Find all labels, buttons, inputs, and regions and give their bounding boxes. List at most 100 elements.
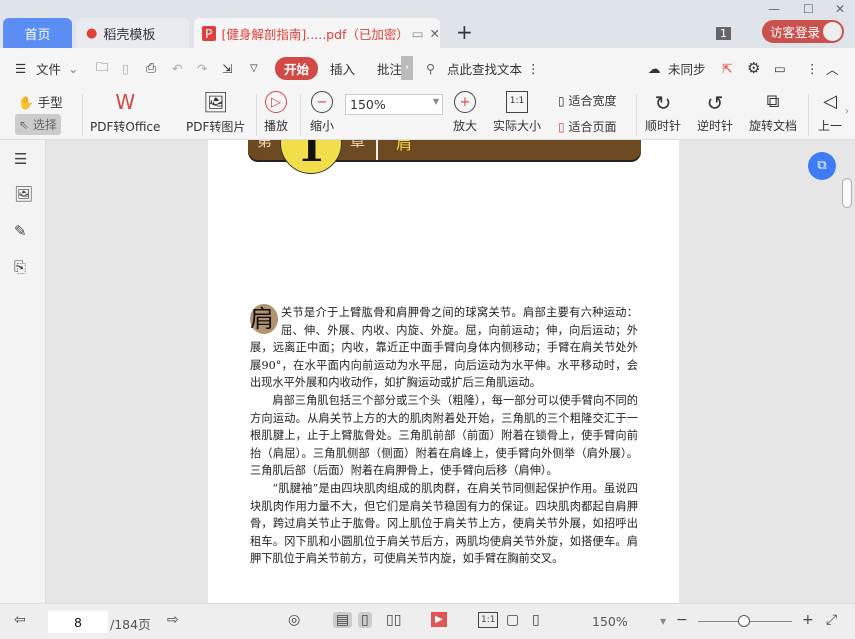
docer-icon: ● [86, 25, 98, 41]
pin-icon[interactable]: ▭ [412, 26, 424, 41]
zoom-in-icon[interactable]: + [802, 612, 814, 628]
eye-protection-icon[interactable]: ◎ [288, 612, 300, 628]
rotate-ccw-icon: ↺ [706, 91, 724, 115]
two-page-icon[interactable]: ▯▯ [386, 612, 401, 628]
label: 旋转文档 [749, 119, 798, 133]
next-page-icon[interactable]: ⇨ [167, 612, 179, 628]
pdf-icon: P [202, 25, 216, 41]
paragraph: “肌腱袖”是由四块肌肉组成的肌肉群，在肩关节同侧起保护作用。虽说四块肌肉作用力量… [250, 481, 638, 566]
select-tool[interactable]: ⇖ 选择 [15, 114, 61, 135]
fit-width-icon[interactable]: ▯ [532, 612, 540, 628]
chevron-down-icon: ▼ [432, 97, 439, 106]
chevron-down-icon[interactable]: ⌄ [68, 61, 78, 76]
maximize-icon[interactable]: ☐ [803, 2, 814, 16]
comment-icon[interactable]: ▭ [774, 61, 786, 76]
zoom-in-button[interactable]: + 放大 [453, 91, 477, 134]
hand-tool[interactable]: ✋ 手型 [18, 92, 63, 111]
file-menu[interactable]: 文件 [36, 59, 61, 78]
scroll-ribbon-button[interactable]: › [845, 106, 849, 117]
zoom-slider[interactable] [698, 615, 792, 627]
play-button[interactable]: ▷ 播放 [264, 91, 288, 134]
fit-width-icon: ▯ [558, 94, 565, 108]
cloud-icon[interactable]: ☁ [648, 61, 661, 76]
outline-icon[interactable]: ☰ [14, 150, 27, 168]
redo-icon[interactable]: ↷ [197, 61, 207, 76]
vertical-scrollbar[interactable] [842, 178, 852, 208]
fit-page-icon[interactable]: ▢ [506, 612, 519, 628]
thumbnail-icon[interactable]: 🖼 [14, 185, 33, 203]
tab-start[interactable]: 开始 [275, 56, 319, 80]
cursor-icon: ⇖ [19, 118, 30, 132]
label: 缩小 [310, 119, 335, 133]
tab-pdf-document[interactable]: P [健身解剖指南].....pdf（已加密） ▭ ✕ [194, 18, 440, 48]
image-icon: 🖼 [203, 90, 229, 114]
tab-docer-templates[interactable]: ● 稻壳模板 [76, 18, 189, 48]
signature-icon[interactable]: ⎘ [14, 258, 26, 276]
menu-bar: ☰ 文件 ⌄ 🗀 ▯ ⎙ ↶ ↷ ⇲ ▽ 开始 插入 批注 › ⚲ 点此查找文本… [0, 48, 855, 88]
zoom-in-icon: + [454, 91, 476, 113]
search-icon[interactable]: ⚲ [426, 61, 435, 76]
annotation-icon[interactable]: ✎ [14, 222, 27, 240]
avatar [823, 22, 842, 41]
zoom-out-button[interactable]: − 缩小 [310, 91, 334, 134]
fit-width-button[interactable]: ▯ 适合宽度 [558, 92, 616, 109]
zoom-slider-handle[interactable] [738, 615, 750, 627]
zoom-select[interactable]: 150% ▼ [345, 94, 443, 115]
share-icon[interactable]: ⇱ [722, 61, 732, 76]
fit-page-button[interactable]: ▯ 适合页面 [558, 118, 616, 135]
tab-annotate[interactable]: 批注 [377, 59, 402, 78]
minimize-icon[interactable]: — [768, 2, 780, 16]
more-vertical-icon[interactable]: ⋮ [806, 61, 819, 76]
print-icon[interactable]: ⎙ [146, 60, 156, 76]
close-tab-icon[interactable]: ✕ [430, 26, 440, 41]
zoom-dropdown-icon[interactable]: ▼ [660, 617, 666, 626]
tab-home[interactable]: 首页 [3, 18, 72, 48]
zoom-out-icon[interactable]: − [676, 612, 688, 628]
previous-page-icon[interactable]: ⇦ [14, 612, 26, 628]
menu-icon[interactable]: ☰ [15, 61, 26, 76]
play-icon[interactable]: ▶ [431, 612, 447, 627]
search-text-input[interactable]: 点此查找文本 [447, 59, 522, 78]
hand-label: 手型 [37, 95, 63, 110]
zoom-out-icon: − [311, 91, 333, 113]
fullscreen-icon[interactable]: ⤢ [826, 612, 837, 628]
scroll-tabs-button[interactable]: › [401, 56, 413, 80]
chapter-suffix: 章 [350, 140, 366, 150]
collapse-ribbon-icon[interactable]: ︿ [826, 59, 839, 78]
floating-convert-icon[interactable]: ⧉ [808, 152, 836, 180]
single-page-icon[interactable]: ▯ [358, 612, 372, 628]
arrow-left-icon: ◁ [823, 91, 837, 112]
new-tab-button[interactable]: + [456, 20, 473, 44]
more-icon[interactable]: ⋮ [527, 61, 540, 76]
tab-bar: 首页 ● 稻壳模板 P [健身解剖指南].....pdf（已加密） ▭ ✕ + — ☐ … [0, 0, 855, 48]
actual-size-icon[interactable]: 1:1 [478, 612, 499, 628]
pdf-to-office-button[interactable]: W PDF转Office [90, 90, 160, 135]
actual-size-icon: 1:1 [505, 91, 529, 113]
tab-label: 稻壳模板 [103, 27, 156, 43]
export-icon[interactable]: ⇲ [222, 61, 232, 76]
document-view: 第 章 肩 1 肩关节是介于上臂肱骨和肩胛骨之间的球窝关节。肩部主要有六种运动：… [46, 140, 855, 603]
login-button[interactable]: 访客登录 [762, 20, 844, 43]
page-number-input[interactable] [48, 611, 108, 633]
more-dropdown-icon[interactable]: ▽ [250, 63, 258, 74]
gear-icon[interactable]: ⚙ [747, 59, 760, 77]
rotate-counterclockwise-button[interactable]: ↺ 逆时针 [697, 91, 733, 134]
window-count-badge[interactable]: 1 [716, 27, 731, 40]
previous-button[interactable]: ◁ 上一 [818, 91, 842, 134]
drop-cap: 肩 [250, 304, 278, 334]
label: 上一 [818, 119, 843, 133]
actual-size-button[interactable]: 1:1 实际大小 [493, 91, 541, 134]
save-icon[interactable]: ▯ [122, 61, 129, 76]
open-icon[interactable]: 🗀 [96, 58, 109, 79]
undo-icon[interactable]: ↶ [172, 61, 182, 76]
rotate-document-icon: ⧉ [766, 91, 780, 112]
continuous-view-icon[interactable]: ▤ [333, 612, 353, 628]
tab-insert[interactable]: 插入 [330, 59, 355, 78]
rotate-clockwise-button[interactable]: ↻ 顺时针 [645, 91, 681, 134]
zoom-level[interactable]: 150% [592, 614, 628, 629]
close-window-icon[interactable]: ✕ [835, 2, 845, 16]
pdf-to-image-button[interactable]: 🖼 PDF转图片 [186, 90, 245, 135]
rotate-document-button[interactable]: ⧉ 旋转文档 [749, 91, 797, 134]
sync-status[interactable]: 未同步 [668, 59, 706, 78]
label: PDF转图片 [186, 120, 246, 134]
